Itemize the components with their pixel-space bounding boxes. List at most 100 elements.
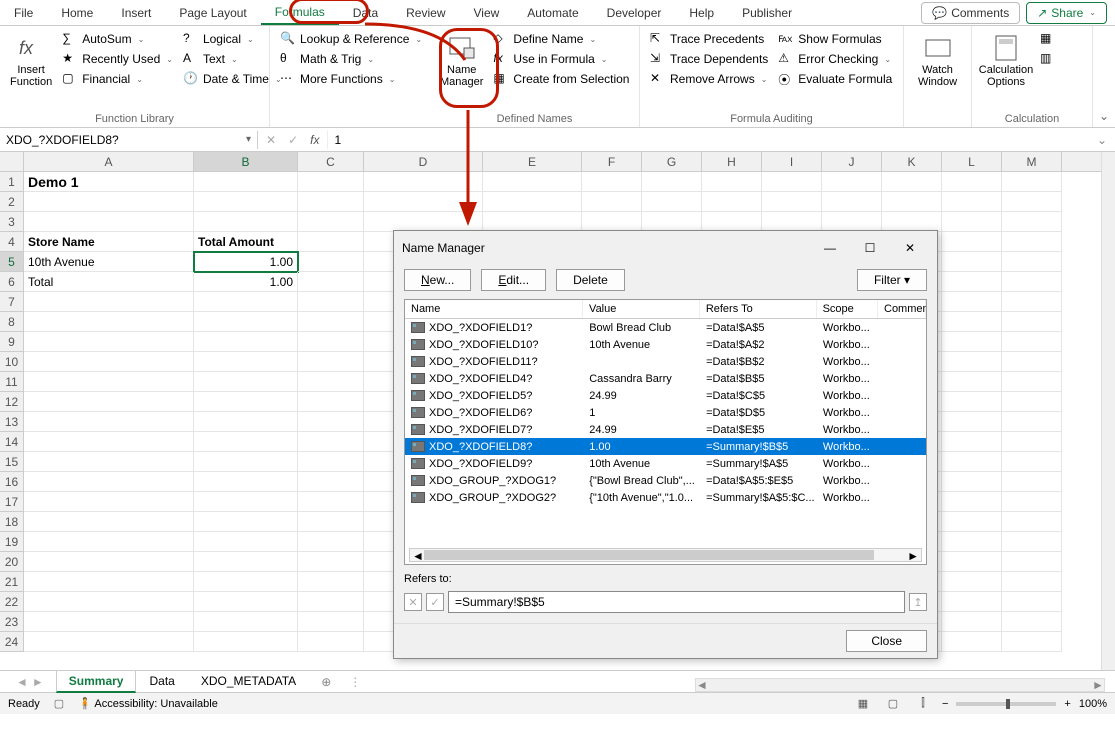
minimize-button[interactable]: — — [811, 237, 849, 259]
row-header-13[interactable]: 13 — [0, 412, 23, 432]
cell-C3[interactable] — [298, 212, 364, 232]
dialog-horizontal-scrollbar[interactable]: ◄ ► — [409, 548, 922, 562]
cell-M19[interactable] — [1002, 532, 1062, 552]
cell-F1[interactable] — [582, 172, 642, 192]
cell-M21[interactable] — [1002, 572, 1062, 592]
cell-B17[interactable] — [194, 492, 298, 512]
confirm-icon[interactable]: ✓ — [288, 133, 298, 147]
cell-L24[interactable] — [942, 632, 1002, 652]
cell-C17[interactable] — [298, 492, 364, 512]
lookup-button[interactable]: 🔍Lookup & Reference⌄ — [278, 30, 424, 48]
dialog-col-value[interactable]: Value — [583, 300, 700, 318]
tab-data[interactable]: Data — [339, 2, 392, 24]
row-header-20[interactable]: 20 — [0, 552, 23, 572]
cell-B10[interactable] — [194, 352, 298, 372]
cell-M22[interactable] — [1002, 592, 1062, 612]
close-button[interactable]: Close — [846, 630, 927, 652]
zoom-in-button[interactable]: + — [1064, 698, 1070, 710]
remove-arrows-button[interactable]: ✕Remove Arrows⌄ — [648, 70, 770, 88]
tab-page-layout[interactable]: Page Layout — [165, 2, 260, 24]
cell-A6[interactable]: Total — [24, 272, 194, 292]
formula-input[interactable]: 1 — [327, 131, 1088, 149]
cell-A1[interactable]: Demo 1 — [24, 172, 194, 192]
sheet-tab-xdo_metadata[interactable]: XDO_METADATA — [188, 670, 309, 693]
zoom-level[interactable]: 100% — [1079, 698, 1107, 710]
cell-L3[interactable] — [942, 212, 1002, 232]
datetime-button[interactable]: 🕐Date & Time⌄ — [181, 70, 284, 88]
cell-A14[interactable] — [24, 432, 194, 452]
cell-B5[interactable]: 1.00 — [194, 252, 298, 272]
row-header-14[interactable]: 14 — [0, 432, 23, 452]
cell-K2[interactable] — [882, 192, 942, 212]
row-header-4[interactable]: 4 — [0, 232, 23, 252]
cell-F3[interactable] — [582, 212, 642, 232]
cell-H3[interactable] — [702, 212, 762, 232]
tab-automate[interactable]: Automate — [513, 2, 592, 24]
row-header-5[interactable]: 5 — [0, 252, 23, 272]
math-button[interactable]: θMath & Trig⌄ — [278, 50, 424, 68]
name-row[interactable]: XDO_?XDOFIELD1?Bowl Bread Club=Data!$A$5… — [405, 319, 926, 336]
cell-M5[interactable] — [1002, 252, 1062, 272]
calc-options-button[interactable]: Calculation Options — [980, 30, 1032, 90]
cell-M10[interactable] — [1002, 352, 1062, 372]
tab-home[interactable]: Home — [47, 2, 107, 24]
cell-A18[interactable] — [24, 512, 194, 532]
cell-C19[interactable] — [298, 532, 364, 552]
cell-C6[interactable] — [298, 272, 364, 292]
cell-C4[interactable] — [298, 232, 364, 252]
define-name-button[interactable]: ◇Define Name⌄ — [491, 30, 631, 48]
cell-M24[interactable] — [1002, 632, 1062, 652]
watch-window-button[interactable]: Watch Window — [912, 30, 963, 90]
cell-D3[interactable] — [364, 212, 483, 232]
formula-expand-button[interactable]: ⌄ — [1089, 133, 1115, 147]
cell-C7[interactable] — [298, 292, 364, 312]
cell-L23[interactable] — [942, 612, 1002, 632]
cell-K1[interactable] — [882, 172, 942, 192]
cell-C13[interactable] — [298, 412, 364, 432]
cell-A13[interactable] — [24, 412, 194, 432]
col-header-A[interactable]: A — [24, 152, 194, 171]
cell-C11[interactable] — [298, 372, 364, 392]
cell-L7[interactable] — [942, 292, 1002, 312]
cell-L17[interactable] — [942, 492, 1002, 512]
cell-B24[interactable] — [194, 632, 298, 652]
dialog-col-scope[interactable]: Scope — [817, 300, 878, 318]
cell-M11[interactable] — [1002, 372, 1062, 392]
cell-L13[interactable] — [942, 412, 1002, 432]
cell-M2[interactable] — [1002, 192, 1062, 212]
name-row[interactable]: XDO_?XDOFIELD11?=Data!$B$2Workbo... — [405, 353, 926, 370]
cell-L12[interactable] — [942, 392, 1002, 412]
cell-M16[interactable] — [1002, 472, 1062, 492]
new-sheet-button[interactable]: ⊕ — [311, 675, 341, 689]
cell-A21[interactable] — [24, 572, 194, 592]
cell-C10[interactable] — [298, 352, 364, 372]
cell-C1[interactable] — [298, 172, 364, 192]
tab-view[interactable]: View — [460, 2, 514, 24]
cell-M14[interactable] — [1002, 432, 1062, 452]
dialog-col-refers-to[interactable]: Refers To — [700, 300, 817, 318]
cell-B20[interactable] — [194, 552, 298, 572]
row-header-16[interactable]: 16 — [0, 472, 23, 492]
cell-C9[interactable] — [298, 332, 364, 352]
sheet-nav-next-button[interactable]: ► — [32, 675, 44, 689]
cell-A19[interactable] — [24, 532, 194, 552]
row-header-3[interactable]: 3 — [0, 212, 23, 232]
cell-H1[interactable] — [702, 172, 762, 192]
name-row[interactable]: XDO_?XDOFIELD7?24.99=Data!$E$5Workbo... — [405, 421, 926, 438]
cell-L14[interactable] — [942, 432, 1002, 452]
cell-A12[interactable] — [24, 392, 194, 412]
col-header-M[interactable]: M — [1002, 152, 1062, 171]
use-in-formula-button[interactable]: fxUse in Formula⌄ — [491, 50, 631, 68]
cell-M6[interactable] — [1002, 272, 1062, 292]
dialog-col-name[interactable]: Name — [405, 300, 583, 318]
cell-L1[interactable] — [942, 172, 1002, 192]
cell-L11[interactable] — [942, 372, 1002, 392]
col-header-H[interactable]: H — [702, 152, 762, 171]
cell-L9[interactable] — [942, 332, 1002, 352]
cell-E1[interactable] — [483, 172, 582, 192]
cancel-icon[interactable]: ✕ — [266, 133, 276, 147]
text-button[interactable]: AText⌄ — [181, 50, 284, 68]
ribbon-collapse-button[interactable]: ⌄ — [1099, 109, 1109, 123]
name-manager-button[interactable]: Name Manager — [438, 30, 485, 90]
cell-B6[interactable]: 1.00 — [194, 272, 298, 292]
